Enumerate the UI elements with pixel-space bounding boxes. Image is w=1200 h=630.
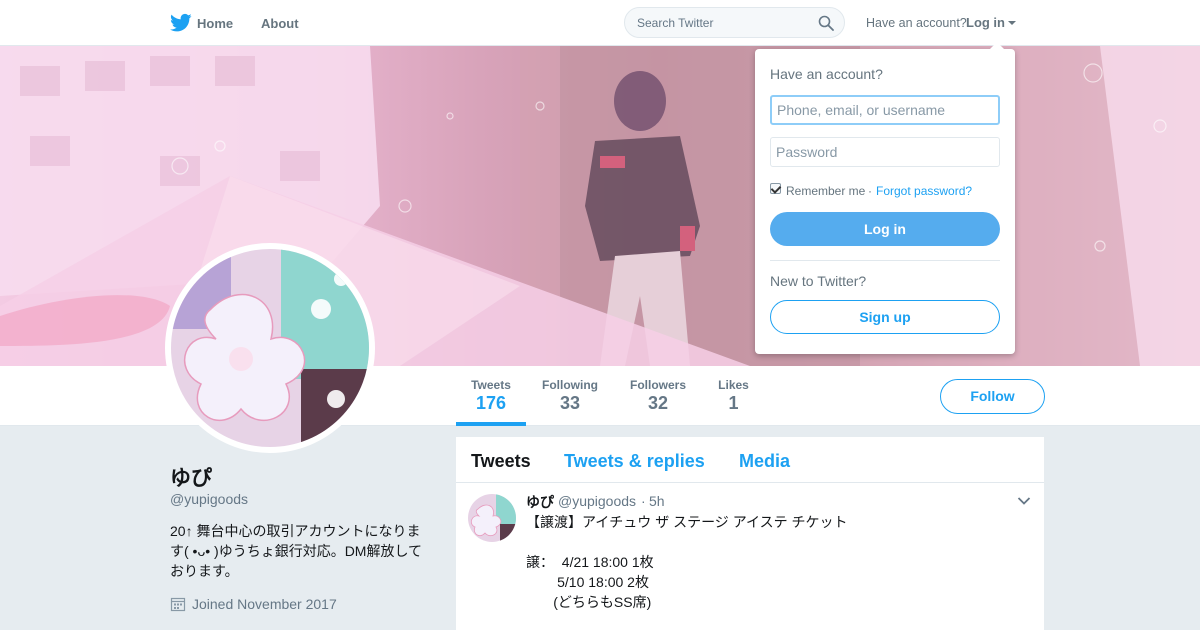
stat-following[interactable]: Following 33 <box>541 378 599 414</box>
have-account-text: Have an account? <box>866 16 967 30</box>
remember-me-label[interactable]: Remember me <box>786 184 865 198</box>
nav-home-link[interactable]: Home <box>197 16 233 31</box>
timeline: Tweets Tweets & replies Media ゆぴ @yupigo… <box>456 437 1044 630</box>
tweet-author-name[interactable]: ゆぴ <box>526 492 554 512</box>
dropdown-title: Have an account? <box>770 66 883 82</box>
username-field[interactable] <box>770 95 1000 125</box>
profile-bio: 20↑ 舞台中心の取引アカウントになります( •ᴗ• )ゆうちょ銀行対応。DM解… <box>170 523 423 579</box>
stat-value: 32 <box>647 393 669 413</box>
stat-likes[interactable]: Likes 1 <box>717 378 750 414</box>
dropdown-divider <box>770 260 1000 261</box>
signup-button[interactable]: Sign up <box>770 300 1000 334</box>
tweet-separator: · <box>641 493 646 509</box>
login-dropdown: Have an account? Remember me · Forgot pa… <box>755 49 1015 354</box>
avatar-image <box>171 249 369 447</box>
new-to-twitter-text: New to Twitter? <box>770 273 867 289</box>
tweet-timestamp[interactable]: 5h <box>649 493 665 509</box>
login-button[interactable]: Log in <box>770 212 1000 246</box>
tweet-author-handle[interactable]: @yupigoods <box>558 493 636 509</box>
login-link[interactable]: Log in <box>966 15 1005 30</box>
stat-value: 1 <box>728 393 739 413</box>
search-icon[interactable] <box>818 15 834 31</box>
stat-tweets[interactable]: Tweets 176 <box>470 378 512 414</box>
chevron-down-icon[interactable] <box>1017 496 1031 506</box>
calendar-icon <box>170 597 186 612</box>
tweet-avatar[interactable] <box>468 494 516 542</box>
active-stat-underline <box>456 422 526 426</box>
nav-about-link[interactable]: About <box>261 16 299 31</box>
tab-tweets-and-replies[interactable]: Tweets & replies <box>564 451 705 472</box>
forgot-password-link[interactable]: Forgot password? <box>876 184 972 198</box>
stat-label: Following <box>542 378 598 392</box>
search-box[interactable]: Search Twitter <box>624 7 845 38</box>
stat-label: Followers <box>629 378 686 392</box>
search-input[interactable]: Search Twitter <box>637 16 713 30</box>
follow-button[interactable]: Follow <box>940 379 1045 414</box>
tweet-text: 【譲渡】アイチュウ ザ ステージ アイステ チケット 譲： 4/21 18:00… <box>526 514 848 610</box>
stat-value: 33 <box>559 393 581 413</box>
caret-down-icon[interactable] <box>1008 21 1016 25</box>
twitter-bird-icon[interactable] <box>170 13 192 33</box>
top-nav: Home About Search Twitter Have an accoun… <box>0 0 1200 46</box>
stat-followers[interactable]: Followers 32 <box>629 378 687 414</box>
profile-name: ゆぴ <box>170 467 212 490</box>
remember-me-checkbox[interactable] <box>770 183 781 194</box>
stat-label: Likes <box>718 378 749 392</box>
tab-tweets[interactable]: Tweets <box>471 451 531 472</box>
dropdown-separator: · <box>868 184 872 198</box>
tweet-item[interactable]: ゆぴ @yupigoods · 5h 【譲渡】アイチュウ ザ ステージ アイステ… <box>456 484 1044 630</box>
dropdown-caret <box>989 42 1005 50</box>
stat-label: Tweets <box>471 378 511 392</box>
timeline-tabs: Tweets Tweets & replies Media <box>456 437 1044 483</box>
tab-media[interactable]: Media <box>739 451 790 472</box>
joined-date: Joined November 2017 <box>192 596 337 612</box>
profile-handle[interactable]: @yupigoods <box>170 491 248 507</box>
stat-value: 176 <box>475 393 507 413</box>
profile-avatar[interactable] <box>165 243 375 453</box>
password-field[interactable] <box>770 137 1000 167</box>
